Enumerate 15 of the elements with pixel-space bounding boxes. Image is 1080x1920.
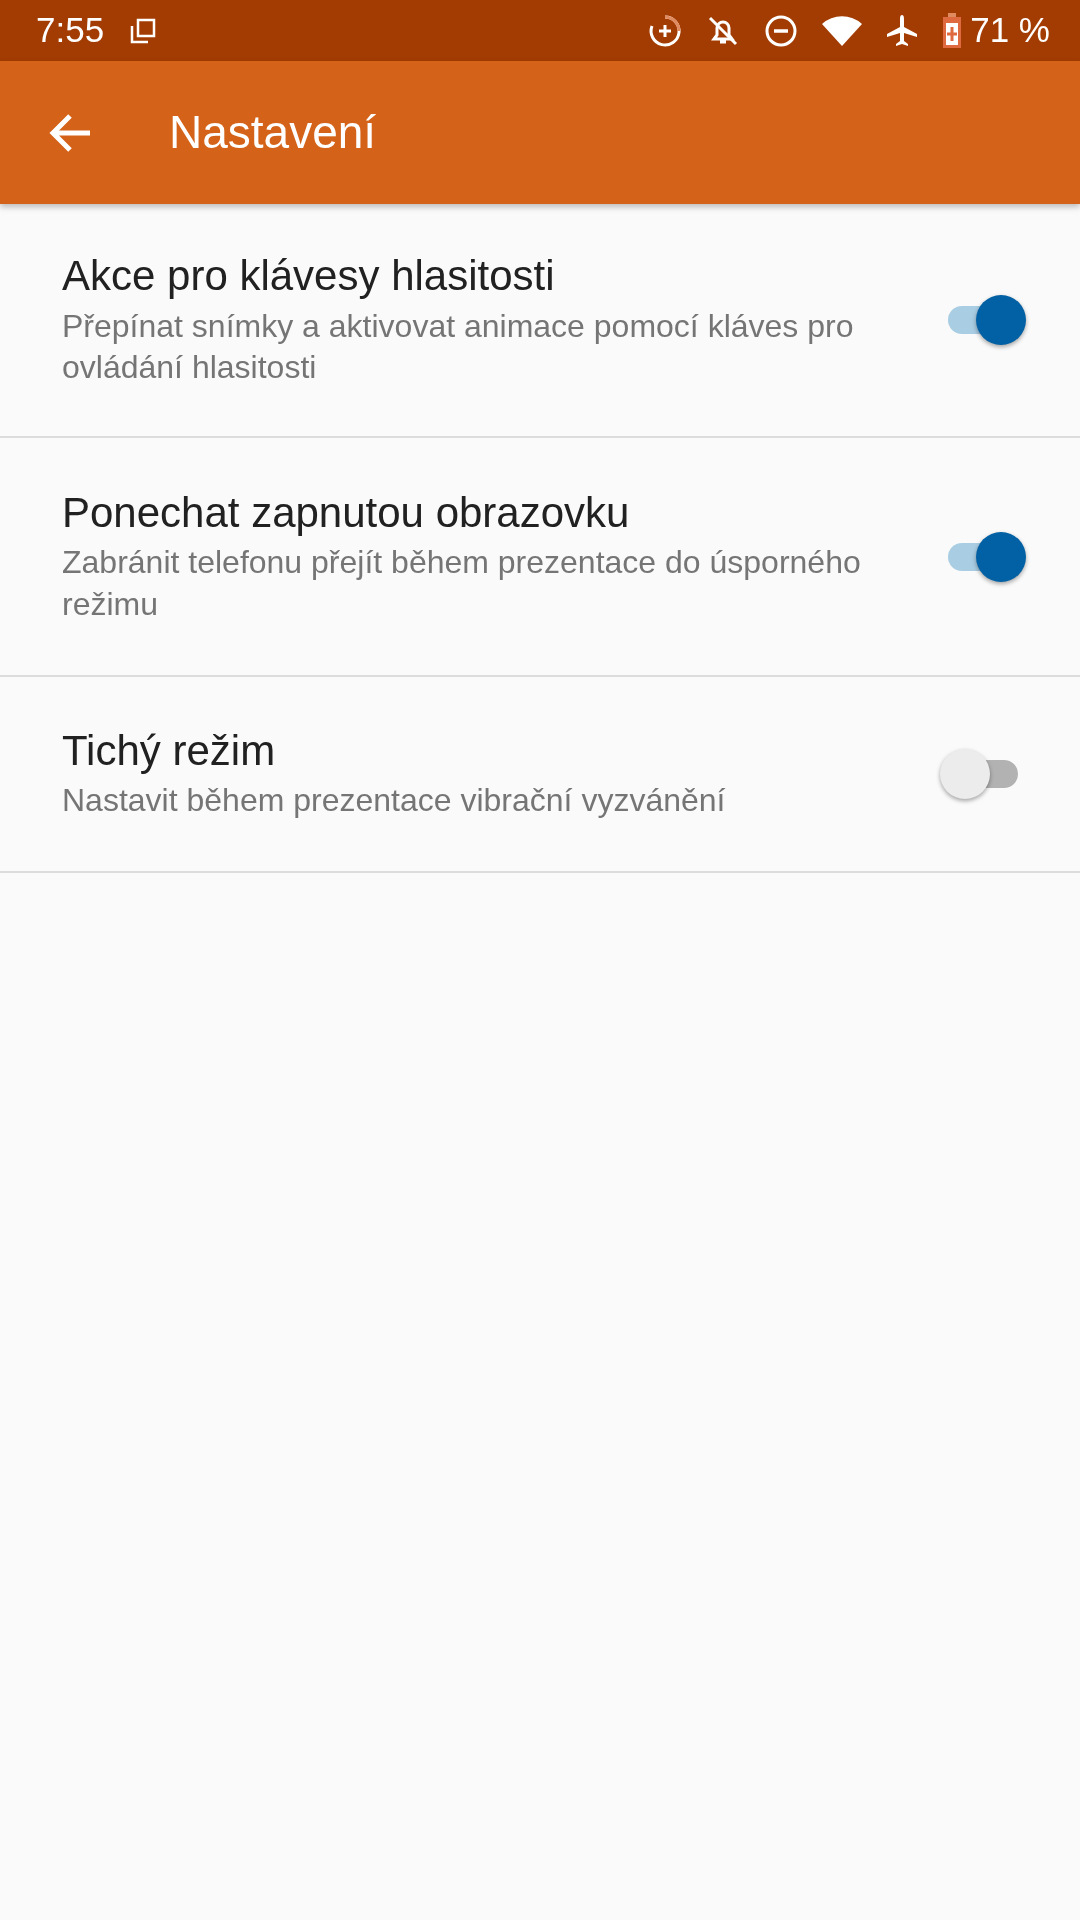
setting-title: Tichý režim (62, 726, 277, 776)
setting-summary: Přepínat snímky a aktivovat animace pomocí kláves pro ovládání hlasitosti (62, 306, 855, 388)
setting-summary: Zabránit telefonu přejít během prezentace do úsporného režimu (62, 543, 862, 624)
setting-title: Ponechat zapnutou obrazovku (62, 487, 631, 538)
battery-percent: 71 % (970, 9, 1050, 52)
do-not-disturb-icon (764, 13, 799, 48)
wifi-icon (822, 15, 863, 46)
screen-title: Nastavení (169, 105, 377, 160)
airplane-icon (886, 13, 919, 48)
data-saver-icon (648, 13, 683, 48)
battery-icon (942, 12, 963, 49)
setting-title: Akce pro klávesy hlasitosti (62, 251, 556, 302)
setting-summary: Nastavit během prezentace vibrační vyzvánění (62, 781, 727, 821)
screenshot-icon (130, 17, 157, 44)
status-time: 7:55 (36, 9, 105, 52)
